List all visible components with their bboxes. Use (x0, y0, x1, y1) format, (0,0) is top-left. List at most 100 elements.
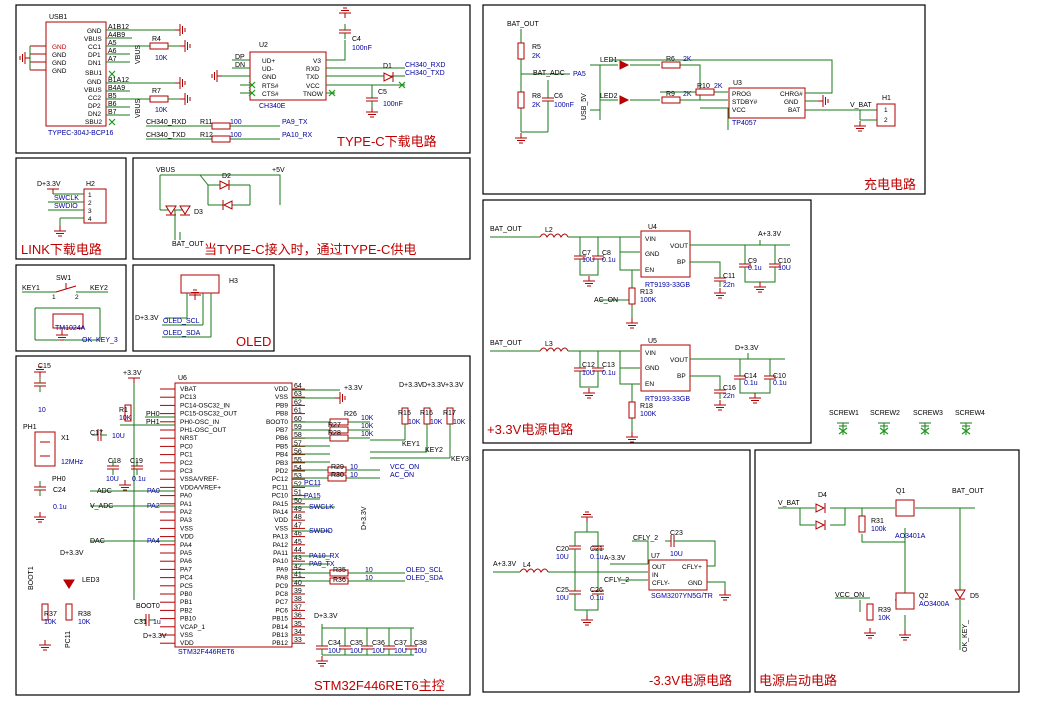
mcu-right-pin-label: PA15 (273, 501, 289, 508)
svg-text:KEY1: KEY1 (22, 285, 40, 292)
svg-text:R7: R7 (152, 88, 161, 95)
mcu-right-pin-label: VDD (274, 517, 288, 524)
svg-text:D+3.3V: D+3.3V (37, 181, 61, 188)
svg-text:U6: U6 (178, 375, 187, 382)
svg-text:RTS#: RTS# (262, 83, 279, 90)
svg-text:2: 2 (88, 200, 92, 207)
svg-text:R4: R4 (152, 36, 161, 43)
svg-text:10: 10 (350, 472, 358, 479)
neg33-circuit: A+3.3V L4 C20 10U C21 0.1u C25 10U C26 0… (493, 511, 732, 626)
svg-text:RXD: RXD (306, 66, 320, 73)
svg-text:GND: GND (52, 60, 67, 67)
mcu-right-pin-label: PA10 (273, 558, 289, 565)
oled-title: OLED (236, 334, 271, 349)
svg-text:R15: R15 (398, 410, 411, 417)
svg-text:PH1: PH1 (146, 419, 160, 426)
svg-text:10K: 10K (430, 419, 443, 426)
svg-text:C19: C19 (130, 458, 143, 465)
svg-text:EN: EN (645, 381, 654, 388)
svg-text:B4A9: B4A9 (108, 85, 125, 92)
svg-text:BAT: BAT (788, 107, 800, 114)
svg-text:SBU1: SBU1 (85, 70, 102, 77)
mcu-left-pin-label: PC14-OSC32_IN (180, 402, 230, 409)
mcu-left-pin-label: PA6 (180, 558, 192, 565)
svg-text:D1: D1 (383, 63, 392, 70)
svg-text:GND: GND (87, 28, 102, 35)
svg-text:10U: 10U (372, 648, 385, 655)
svg-text:10K: 10K (44, 619, 57, 626)
svg-text:BAT_OUT: BAT_OUT (490, 226, 522, 233)
svg-text:D3: D3 (194, 209, 203, 216)
mcu-right-pin-label: PC9 (275, 583, 288, 590)
svg-text:10: 10 (365, 567, 373, 574)
svg-text:C38: C38 (414, 640, 427, 647)
svg-text:100nF: 100nF (554, 102, 574, 109)
svg-text:B7: B7 (108, 109, 117, 116)
svg-text:GND: GND (87, 79, 102, 86)
svg-text:R36: R36 (333, 577, 346, 584)
svg-text:STM32F446RET6: STM32F446RET6 (178, 649, 235, 656)
svg-text:R28: R28 (328, 430, 341, 437)
svg-text:GND: GND (784, 99, 799, 106)
mcu-left-pin-label: NRST (180, 435, 198, 442)
svg-text:R18: R18 (640, 403, 653, 410)
svg-text:10U: 10U (394, 648, 407, 655)
svg-text:0.1u: 0.1u (590, 595, 604, 602)
svg-text:PA10_RX: PA10_RX (282, 132, 313, 139)
svg-text:RT9193-33GB: RT9193-33GB (645, 396, 690, 403)
svg-text:B5: B5 (108, 93, 117, 100)
svg-text:+3.3V: +3.3V (445, 382, 464, 389)
svg-text:SWDIO: SWDIO (309, 528, 333, 535)
svg-text:BAT_OUT: BAT_OUT (172, 241, 204, 248)
svg-text:1u: 1u (153, 619, 161, 626)
neg33-title: -3.3V电源电路 (649, 673, 732, 688)
svg-text:0.1u: 0.1u (602, 257, 616, 264)
svg-text:R35: R35 (333, 567, 346, 574)
svg-text:GND: GND (688, 580, 703, 587)
mcu-left-pin-label: PA7 (180, 566, 192, 573)
svg-text:D+3.3V: D+3.3V (314, 613, 338, 620)
svg-text:DP: DP (235, 54, 245, 61)
svg-text:LED2: LED2 (600, 93, 618, 100)
svg-text:10U: 10U (106, 476, 119, 483)
svg-text:KEY3: KEY3 (451, 456, 469, 463)
svg-text:100: 100 (230, 132, 242, 139)
svg-text:OLED_SCL: OLED_SCL (163, 318, 200, 325)
svg-text:C20: C20 (556, 546, 569, 553)
svg-text:D5: D5 (970, 593, 979, 600)
mcu-left-pin-label: PH1-OSC_OUT (180, 427, 226, 434)
svg-text:C35: C35 (350, 640, 363, 647)
svg-text:Q1: Q1 (896, 488, 905, 495)
svg-text:10K: 10K (361, 423, 374, 430)
svg-text:L4: L4 (523, 562, 531, 569)
uart-resistors: CH340_RXD CH340_TXD R11 R12 100 100 PA9_… (146, 119, 313, 143)
svg-text:0.1u: 0.1u (748, 265, 762, 272)
svg-text:0.1u: 0.1u (590, 554, 604, 561)
svg-text:C25: C25 (556, 587, 569, 594)
mcu-right-pin-label: PC11 (272, 484, 288, 491)
svg-text:10U: 10U (414, 648, 427, 655)
mcu-left-pin-label: PH0-OSC_IN (180, 419, 219, 426)
svg-text:C34: C34 (328, 640, 341, 647)
svg-text:10: 10 (38, 407, 46, 414)
mcu-right-pin-label: PB13 (272, 632, 288, 639)
mcu-left-pin-label: VCAP_1 (180, 624, 205, 631)
svg-text:OLED_SDA: OLED_SDA (163, 330, 201, 337)
svg-text:12MHz: 12MHz (61, 459, 84, 466)
svg-text:GND: GND (262, 74, 277, 81)
svg-text:R10: R10 (697, 83, 710, 90)
svg-text:LED3: LED3 (82, 577, 100, 584)
svg-text:C23: C23 (670, 530, 683, 537)
svg-text:OK: OK (82, 337, 92, 344)
svg-text:0.1u: 0.1u (744, 380, 758, 387)
svg-text:10U: 10U (778, 265, 791, 272)
svg-text:PH0: PH0 (146, 411, 160, 418)
svg-text:+3.3V: +3.3V (344, 385, 363, 392)
svg-text:VBUS: VBUS (84, 36, 102, 43)
svg-text:R8: R8 (532, 93, 541, 100)
svg-text:VBUS: VBUS (156, 167, 175, 174)
svg-text:C18: C18 (108, 458, 121, 465)
svg-text:10K: 10K (155, 107, 168, 114)
svg-text:B1A12: B1A12 (108, 77, 129, 84)
mcu-left-pin-label: VBAT (180, 386, 197, 393)
